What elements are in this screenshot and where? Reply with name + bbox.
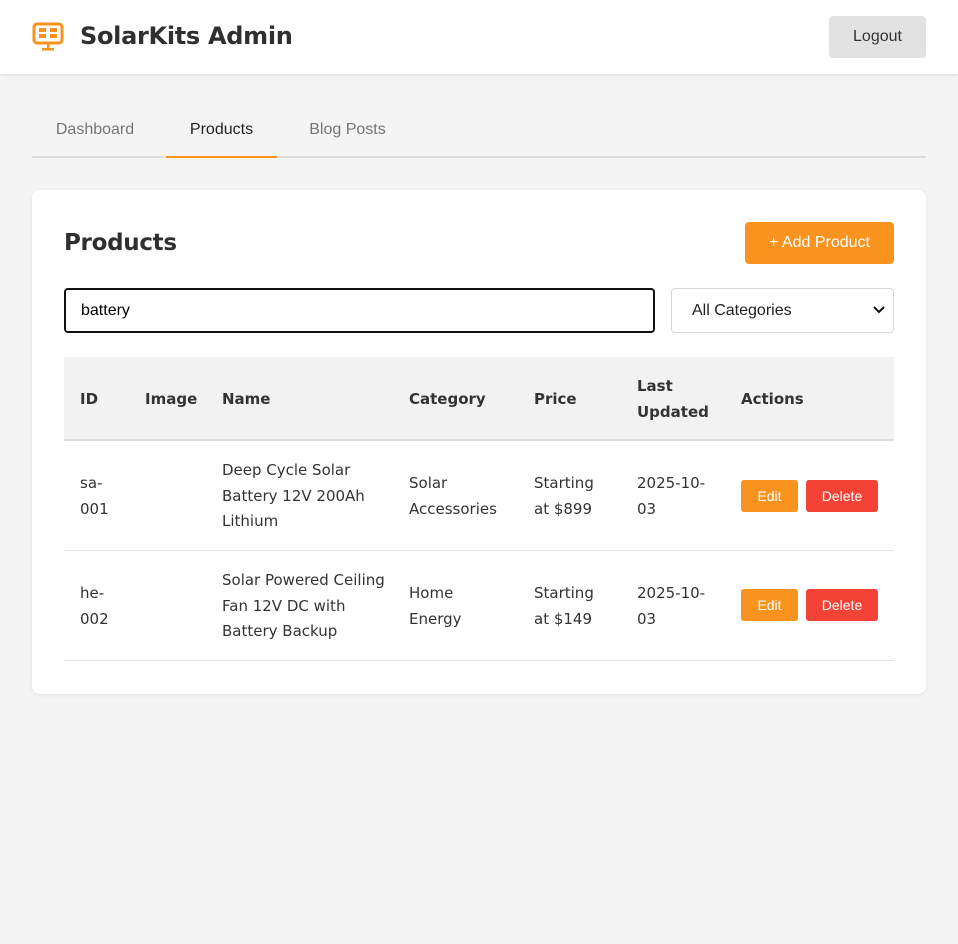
delete-button[interactable]: Delete — [806, 480, 878, 512]
product-price: Starting at $899 — [534, 474, 594, 518]
chevron-down-icon — [873, 306, 885, 314]
category-select[interactable]: All Categories — [671, 288, 894, 333]
column-header-actions: Actions — [741, 390, 804, 408]
app-title: SolarKits Admin — [80, 22, 293, 50]
edit-button[interactable]: Edit — [741, 480, 798, 512]
page-title: Products — [64, 230, 177, 256]
table-row: he-002 Solar Powered Ceiling Fan 12V DC … — [64, 551, 894, 661]
product-id: sa-001 — [80, 474, 109, 518]
edit-button[interactable]: Edit — [741, 589, 798, 621]
product-name: Deep Cycle Solar Battery 12V 200Ah Lithi… — [222, 461, 365, 530]
product-category: Solar Accessories — [409, 474, 497, 518]
top-bar: SolarKits Admin Logout — [0, 0, 958, 74]
column-header-image: Image — [145, 390, 198, 408]
product-last-updated: 2025-10-03 — [637, 474, 706, 518]
product-category: Home Energy — [409, 584, 462, 628]
column-header-price: Price — [534, 390, 577, 408]
product-price: Starting at $149 — [534, 584, 594, 628]
product-last-updated: 2025-10-03 — [637, 584, 706, 628]
column-header-id: ID — [80, 390, 99, 408]
column-header-last-updated: Last Updated — [637, 377, 709, 421]
add-product-button[interactable]: + Add Product — [745, 222, 894, 264]
tab-products[interactable]: Products — [166, 106, 277, 158]
table-header: ID Image Name Category Price Last Update… — [64, 357, 894, 441]
product-name: Solar Powered Ceiling Fan 12V DC with Ba… — [222, 571, 385, 640]
column-header-name: Name — [222, 390, 271, 408]
logout-button[interactable]: Logout — [829, 16, 926, 58]
delete-button[interactable]: Delete — [806, 589, 878, 621]
table-row: sa-001 Deep Cycle Solar Battery 12V 200A… — [64, 441, 894, 551]
nav-tabs: Dashboard Products Blog Posts — [32, 106, 926, 158]
tab-dashboard[interactable]: Dashboard — [32, 106, 158, 158]
tab-blog-posts[interactable]: Blog Posts — [285, 106, 410, 158]
search-input[interactable] — [64, 288, 655, 333]
solar-panel-icon — [32, 22, 64, 51]
column-header-category: Category — [409, 390, 486, 408]
products-card: Products + Add Product All Categories ID… — [32, 190, 926, 694]
category-select-value: All Categories — [692, 302, 792, 319]
product-id: he-002 — [80, 584, 109, 628]
